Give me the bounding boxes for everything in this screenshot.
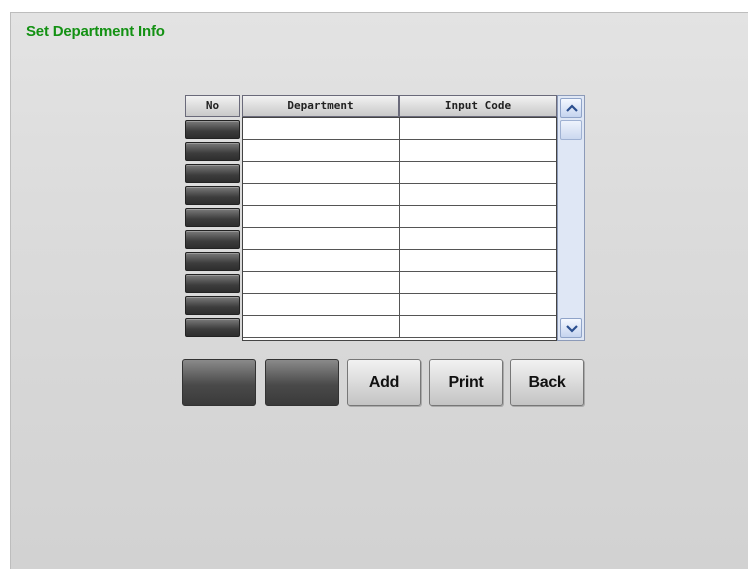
column-header-input-code[interactable]: Input Code [399, 95, 557, 117]
add-button[interactable]: Add [347, 359, 421, 406]
chevron-up-icon [566, 104, 578, 112]
input-code-cell[interactable] [400, 294, 556, 316]
row-number-button[interactable] [185, 230, 240, 249]
back-button[interactable]: Back [510, 359, 584, 406]
department-cell[interactable] [243, 272, 400, 294]
scroll-down-button[interactable] [560, 318, 582, 338]
department-cell[interactable] [243, 228, 400, 250]
department-cell[interactable] [243, 316, 400, 338]
input-code-cell[interactable] [400, 140, 556, 162]
vertical-scrollbar[interactable] [557, 95, 585, 341]
row-number-button[interactable] [185, 274, 240, 293]
department-cell[interactable] [243, 184, 400, 206]
page-title: Set Department Info [26, 23, 165, 40]
department-cell[interactable] [243, 140, 400, 162]
input-code-cell[interactable] [400, 184, 556, 206]
column-header-department[interactable]: Department [242, 95, 399, 117]
scroll-thumb[interactable] [560, 120, 582, 140]
screen: Set Department Info No Department Input … [10, 12, 748, 569]
input-code-cell[interactable] [400, 272, 556, 294]
input-code-cell[interactable] [400, 228, 556, 250]
department-cell[interactable] [243, 250, 400, 272]
department-cell[interactable] [243, 206, 400, 228]
department-cell[interactable] [243, 118, 400, 140]
input-code-cell[interactable] [400, 316, 556, 338]
department-cell[interactable] [243, 162, 400, 184]
row-number-button[interactable] [185, 296, 240, 315]
department-grid: No Department Input Code [185, 95, 585, 341]
row-number-button[interactable] [185, 208, 240, 227]
blank-button-2[interactable] [265, 359, 339, 406]
column-header-no[interactable]: No [185, 95, 240, 117]
row-number-button[interactable] [185, 164, 240, 183]
row-number-button[interactable] [185, 186, 240, 205]
input-code-cell[interactable] [400, 118, 556, 140]
scroll-up-button[interactable] [560, 98, 582, 118]
chevron-down-icon [566, 325, 578, 333]
row-number-button[interactable] [185, 142, 240, 161]
row-number-button[interactable] [185, 318, 240, 337]
input-code-cell[interactable] [400, 162, 556, 184]
blank-button-1[interactable] [182, 359, 256, 406]
input-code-cell[interactable] [400, 250, 556, 272]
grid-body [242, 117, 557, 341]
row-number-button[interactable] [185, 120, 240, 139]
print-button[interactable]: Print [429, 359, 503, 406]
row-number-button[interactable] [185, 252, 240, 271]
department-cell[interactable] [243, 294, 400, 316]
input-code-cell[interactable] [400, 206, 556, 228]
